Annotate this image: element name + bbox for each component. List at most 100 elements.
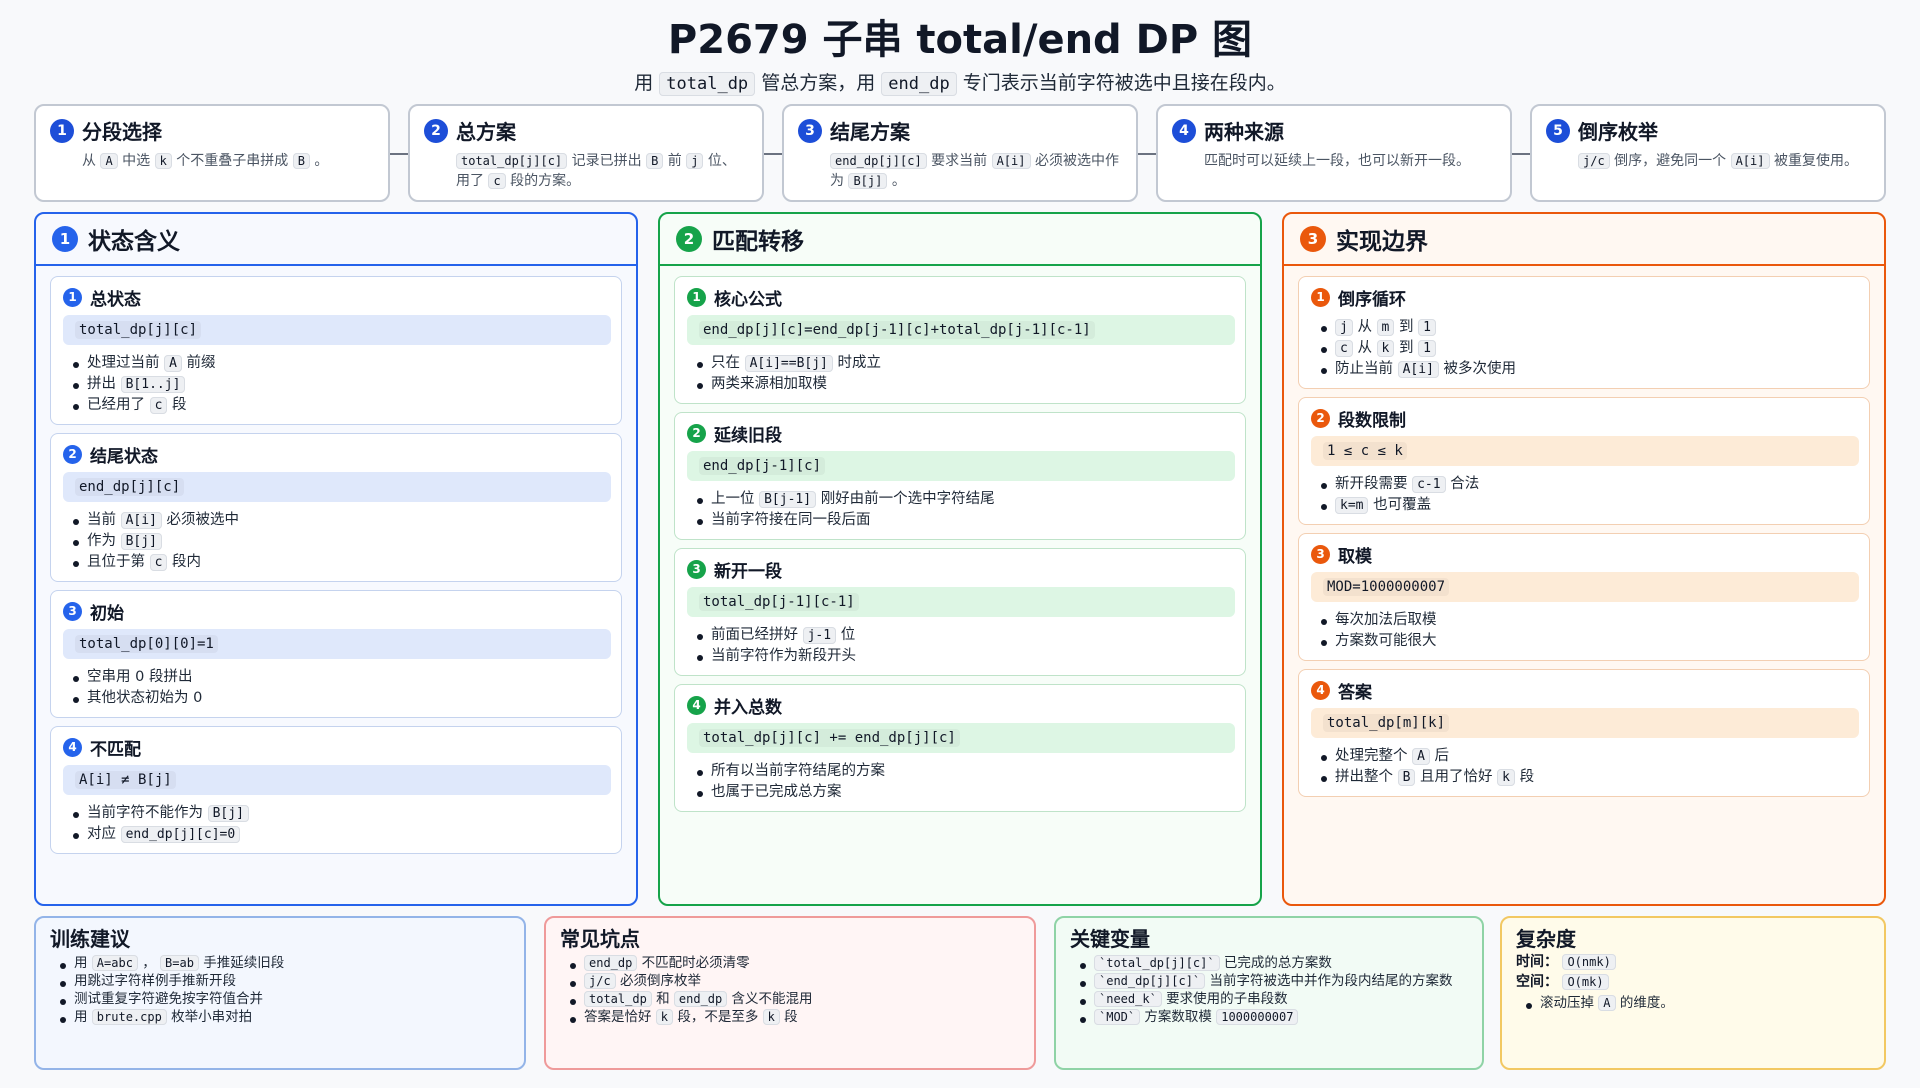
pitfalls-box: 常见坑点 end_dp 不匹配时必须清零 j/c 必须倒序枚举 total_dp 和…: [544, 916, 1036, 1070]
text-segment: 处理过当前: [87, 355, 160, 371]
card-title: 段数限制: [1338, 410, 1406, 431]
bullet-item: 处理过当前 A 前缀: [73, 353, 611, 374]
bullet-item: 空串用 0 段拼出: [73, 667, 611, 688]
column-number-badge: 1: [52, 226, 78, 252]
text-segment: 作为: [87, 533, 116, 549]
card-header: 3 新开一段: [687, 557, 1235, 582]
bullet-item: `total_dp[j][c]` 已完成的总方案数: [1080, 954, 1468, 972]
text-segment: 段，不是至多: [677, 1009, 759, 1025]
card-title: 总状态: [90, 289, 141, 310]
bullet-item: 用 A=abc ， B=ab 手推延续旧段: [60, 954, 510, 972]
step-card-3: 3 结尾方案 end_dp[j][c] 要求当前 A[i] 必须被选中作为 B[j]…: [782, 104, 1138, 202]
card-header: 4 答案: [1311, 678, 1859, 703]
step-number-badge: 1: [50, 118, 74, 143]
text-segment: 新开段需要: [1335, 476, 1408, 492]
page-title: P2679 子串 total/end DP 图: [667, 17, 1253, 63]
text-segment: 滚动压掉: [1540, 995, 1594, 1011]
concept-card: 3 取模 MOD=1000000007 每次加法后取模 方案数可能很大: [1298, 533, 1870, 661]
inline-code: 1: [1418, 340, 1436, 357]
formula-code: A[i] ≠ B[j]: [75, 771, 176, 789]
inline-code: j/c: [584, 973, 616, 989]
text-segment: 匹配时可以延续上一段，也可以新开一段。: [1204, 153, 1470, 169]
complexity-title: 复杂度: [1516, 927, 1576, 951]
inline-code: j/c: [1578, 153, 1610, 169]
text-segment: 前面已经拼好: [711, 627, 798, 643]
bullet-item: `need_k` 要求使用的子串段数: [1080, 990, 1468, 1008]
text-segment: 测试重复字符避免按字符值合并: [74, 991, 263, 1007]
step-flow: 1 分段选择从 A 中选 k 个不重叠子串拼成 B 。 2 总方案 total_dp[j…: [34, 104, 1886, 202]
inline-code: `total_dp[j][c]`: [1094, 955, 1220, 971]
step-description: 匹配时可以延续上一段，也可以新开一段。: [1172, 151, 1496, 171]
formula-bar: end_dp[j-1][c]: [687, 451, 1235, 481]
inline-code: end_dp: [673, 991, 728, 1007]
inline-code: c: [149, 397, 168, 414]
formula-bar: A[i] ≠ B[j]: [63, 765, 611, 795]
step-header: 5 倒序枚举: [1546, 116, 1870, 145]
bullet-item: 当前字符作为新段开头: [697, 646, 1235, 667]
text-segment: 也可覆盖: [1373, 497, 1432, 513]
column-orange: 3 实现边界 1 倒序循环 j 从 m 到 1c 从 k 到 1 防止当前 A[i] 被多…: [1282, 212, 1886, 906]
inline-code: j: [686, 153, 704, 169]
formula-code: end_dp[j][c]=end_dp[j-1][c]+total_dp[j-1…: [699, 321, 1095, 339]
text-segment: 当前字符不能作为: [87, 805, 203, 821]
card-bullets: 处理完整个 A 后拼出整个 B 且用了恰好 k 段: [1311, 746, 1859, 788]
text-segment: 用: [74, 1009, 88, 1025]
step-card-4: 4 两种来源匹配时可以延续上一段，也可以新开一段。: [1156, 104, 1512, 202]
text-segment: 已完成的总方案数: [1223, 955, 1332, 971]
inline-code: A: [100, 153, 118, 169]
concept-card: 3 新开一段 total_dp[j-1][c-1] 前面已经拼好 j-1 位当前字符作…: [674, 548, 1246, 676]
step-header: 4 两种来源: [1172, 116, 1496, 145]
card-header: 2 结尾状态: [63, 442, 611, 467]
text-segment: 不匹配时必须清零: [641, 955, 750, 971]
text-segment: 当前字符接在同一段后面: [711, 512, 871, 528]
bullet-item: 只在 A[i]==B[j] 时成立: [697, 353, 1235, 374]
bullet-item: j 从 m 到 1: [1321, 317, 1859, 338]
concept-card: 1 倒序循环 j 从 m 到 1c 从 k 到 1 防止当前 A[i] 被多次使用: [1298, 276, 1870, 389]
text-segment: 被多次使用: [1443, 361, 1517, 377]
text-segment: 段: [784, 1009, 798, 1025]
inline-code: c: [488, 173, 506, 189]
inline-code: B: [1397, 769, 1416, 786]
inline-code: B[j-1]: [759, 491, 817, 508]
text-segment: 且位于第: [87, 554, 145, 570]
card-title: 核心公式: [714, 289, 782, 310]
inline-code: total_dp[j][c]: [456, 153, 568, 169]
step-header: 1 分段选择: [50, 116, 374, 145]
inline-code: j: [1335, 319, 1353, 336]
bullet-item: 其他状态初始为 0: [73, 688, 611, 709]
text-segment: 要求使用的子串段数: [1166, 991, 1288, 1007]
text-segment: 。: [891, 173, 906, 189]
step-description: j/c 倒序，避免同一个 A[i] 被重复使用。: [1546, 151, 1870, 171]
text-segment: 其他状态初始为 0: [87, 690, 203, 706]
inline-code: B[1..j]: [120, 376, 186, 393]
text-segment: 段: [1519, 769, 1535, 785]
card-number-badge: 1: [687, 287, 706, 307]
text-segment: 段内: [172, 554, 202, 570]
card-bullets: 当前 A[i] 必须被选中 作为 B[j] 且位于第 c 段内: [63, 510, 611, 573]
card-title: 取模: [1338, 546, 1372, 567]
text-segment: 两类来源相加取模: [711, 376, 827, 392]
bullet-item: 拼出整个 B 且用了恰好 k 段: [1321, 767, 1859, 788]
card-number-badge: 1: [63, 287, 82, 307]
text-segment: 方案数可能很大: [1335, 633, 1437, 649]
pitfalls-list: end_dp 不匹配时必须清零 j/c 必须倒序枚举 total_dp 和 end_…: [560, 954, 1020, 1026]
training-box: 训练建议 用 A=abc ， B=ab 手推延续旧段 用跳过字符样例手推新开段 测试…: [34, 916, 526, 1070]
step-title: 总方案: [456, 120, 516, 144]
concept-card: 2 结尾状态 end_dp[j][c] 当前 A[i] 必须被选中 作为 B[j] 且位于…: [50, 433, 622, 582]
concept-card: 3 初始 total_dp[0][0]=1 空串用 0 段拼出 其他状态初始为 0: [50, 590, 622, 718]
card-bullets: 只在 A[i]==B[j] 时成立两类来源相加取模: [687, 353, 1235, 395]
card-header: 2 延续旧段: [687, 421, 1235, 446]
column-title: 实现边界: [1336, 229, 1428, 255]
card-bullets: 上一位 B[j-1] 刚好由前一个选中字符结尾 当前字符接在同一段后面: [687, 489, 1235, 531]
text-segment: 从: [1357, 340, 1372, 356]
inline-code: A: [1412, 748, 1430, 765]
text-segment: 含义不能混用: [731, 991, 813, 1007]
card-title: 并入总数: [714, 697, 782, 718]
card-bullets: 处理过当前 A 前缀 拼出 B[1..j] 已经用了 c 段: [63, 353, 611, 416]
text-segment: 被重复使用。: [1773, 153, 1858, 169]
inline-code: k: [1497, 769, 1515, 786]
text-segment: 防止当前: [1335, 361, 1393, 377]
card-number-badge: 2: [63, 444, 82, 464]
formula-code: total_dp[j][c]: [75, 321, 202, 339]
text-segment: 个不重叠子串拼成: [176, 153, 289, 169]
